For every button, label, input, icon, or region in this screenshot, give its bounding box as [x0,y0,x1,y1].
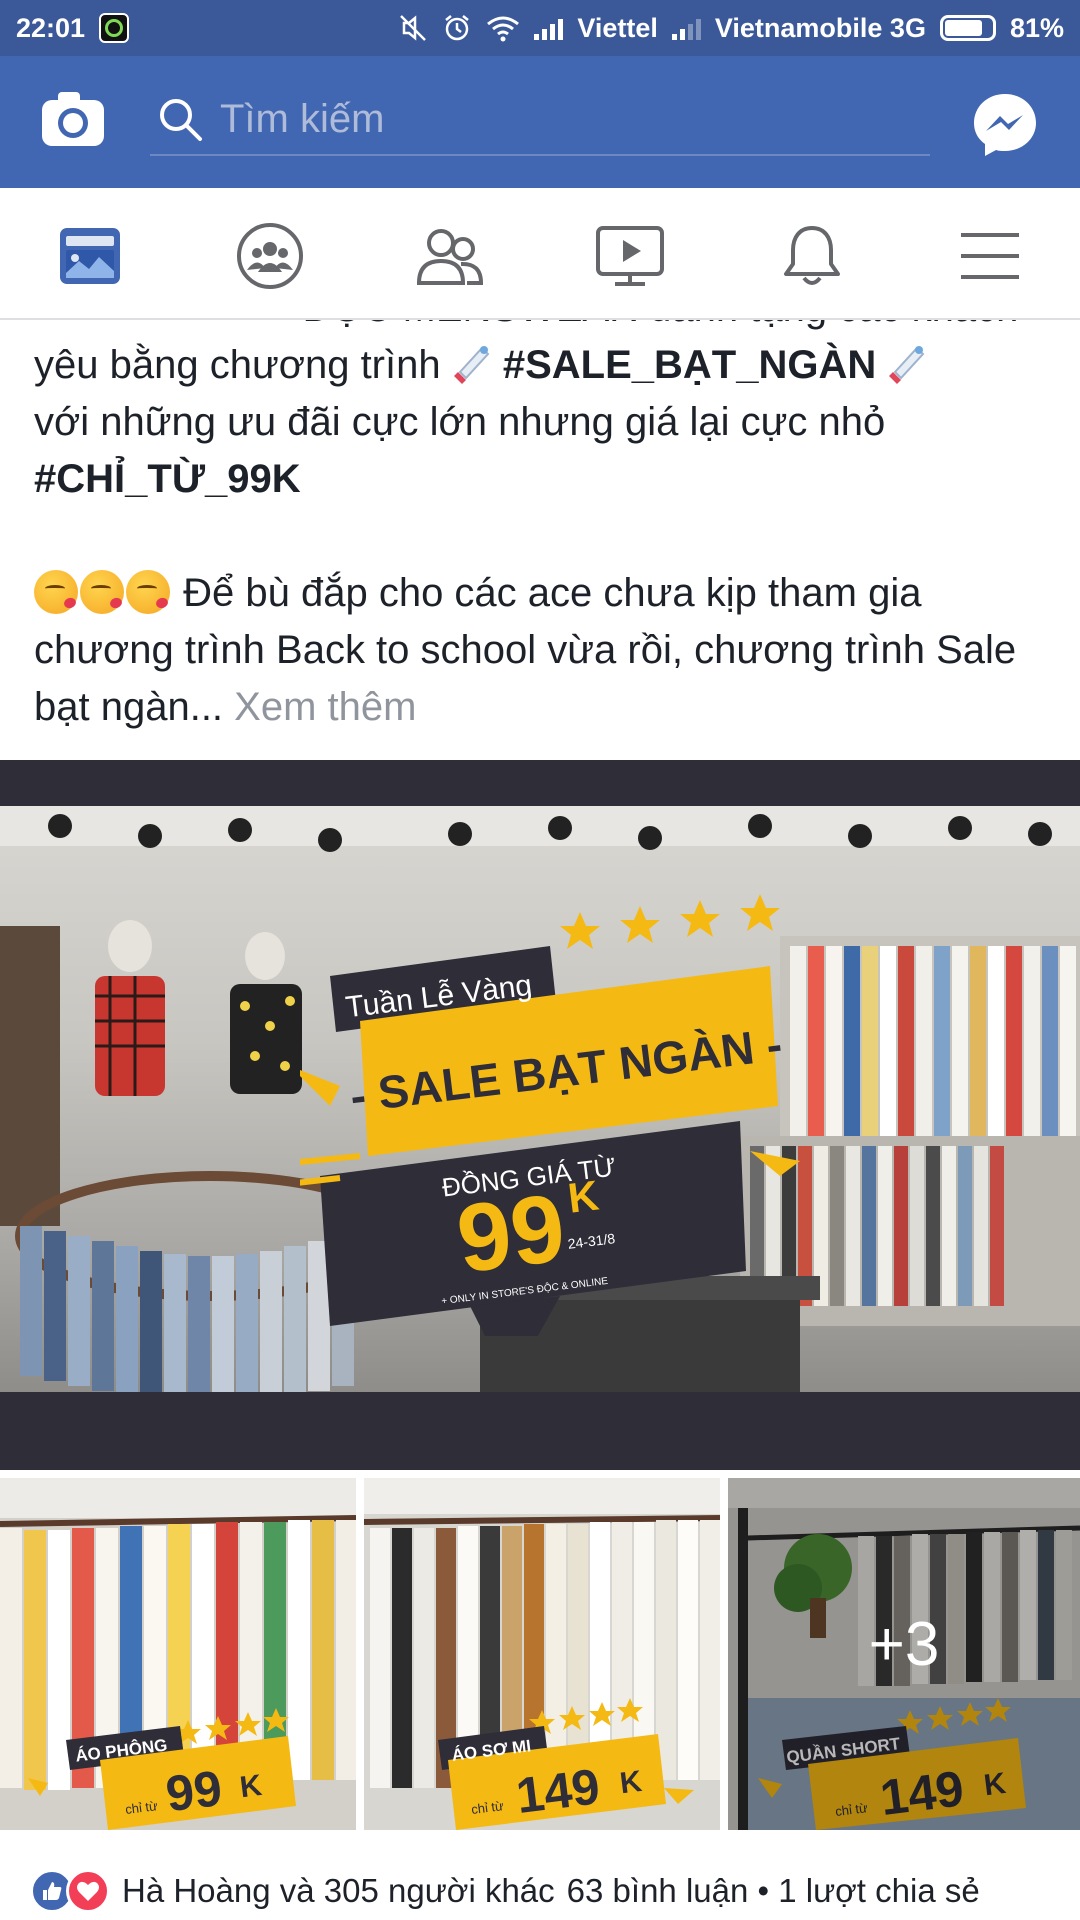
camera-icon[interactable] [40,86,106,152]
carrier-1: Viettel [577,12,658,43]
post-text: ĐỘC MENSWEAR dành tặng các khách yêu bằn… [0,320,1080,760]
price-value-text: 99 [452,1174,571,1293]
thumb-1-price: 99 [163,1760,225,1822]
wind-chime-emoji-icon [453,346,490,384]
battery-icon [939,15,996,41]
mute-icon [400,15,427,41]
post-line-1-text: ĐỘC MENSWEAR dành tặng các khách [303,320,1019,330]
thumb-1-unit: K [238,1769,264,1804]
search-bar[interactable] [150,84,930,156]
price-unit-text: K [565,1171,601,1221]
friends-icon [416,229,484,285]
news-feed-icon [60,228,120,284]
nav-bar [0,188,1080,320]
nav-watch[interactable] [592,218,668,294]
store-photo: Tuần Lễ Vàng - SALE BẠT NGÀN - ĐỒNG GIÁ … [0,806,1080,1392]
post-line-2: yêu bằng chương trình #SALE_BẠT_NGÀN [34,337,1054,394]
thumbnail-quan-short[interactable]: QUẦN SHORT chỉ từ 149 K +3 [728,1478,1080,1830]
carrier-2: Vietnamobile 3G [714,12,926,43]
thumbnail-photo-1: ÁO PHÔNG chỉ từ 99 K [0,1478,356,1830]
comments-shares-count[interactable]: 63 bình luận • 1 lượt chia sẻ [567,1872,980,1910]
love-reaction-icon [66,1869,110,1913]
post-paragraph-2-text: Để bù đắp cho các ace chưa kịp tham gia … [34,571,1017,729]
post-paragraph-2: Để bù đắp cho các ace chưa kịp tham gia … [34,565,1054,736]
post-text-body: ĐỘC MENSWEAR dành tặng các khách yêu bằn… [34,320,1054,736]
groups-icon [237,223,303,289]
battery-percent: 81% [1009,12,1064,43]
signal-icon-2 [671,16,701,40]
thumbnail-photo-2: ÁO SƠ MI chỉ từ 149 K [364,1478,720,1830]
search-input[interactable] [220,96,870,142]
main-post-image[interactable]: Tuần Lễ Vàng - SALE BẠT NGÀN - ĐỒNG GIÁ … [0,760,1080,1470]
menu-icon [961,233,1019,279]
thumbnail-ao-so-mi[interactable]: ÁO SƠ MI chỉ từ 149 K [364,1478,720,1830]
bell-icon [784,226,840,285]
alarm-icon [445,15,470,41]
thumb-2-unit: K [618,1765,644,1800]
thumbnail-ao-phong[interactable]: ÁO PHÔNG chỉ từ 99 K [0,1478,356,1830]
more-photos-overlay[interactable]: +3 [728,1478,1080,1830]
sale-banner: Tuần Lễ Vàng - SALE BẠT NGÀN - ĐỒNG GIÁ … [300,894,800,1336]
thumbnail-row: ÁO PHÔNG chỉ từ 99 K ÁO SƠ MI chỉ từ 149… [0,1478,1080,1830]
nav-news-feed[interactable] [52,218,128,294]
reactions-bar[interactable]: Hà Hoàng và 305 người khác 63 bình luận … [0,1862,1080,1920]
kissing-face-emoji-icon [80,570,124,614]
hashtag-price-link[interactable]: #CHỈ_TỪ_99K [34,457,301,501]
kissing-face-emoji-icon [126,570,170,614]
see-more-link[interactable]: Xem thêm [234,685,416,729]
nav-menu[interactable] [952,218,1028,294]
thumb-2-price: 149 [513,1758,603,1824]
search-icon [160,99,202,141]
kissing-face-emoji-icon [34,570,78,614]
status-bar: 22:01 Viettel Vietnamobile 3G 81% [0,0,1080,56]
post-line-1: ĐỘC MENSWEAR dành tặng các khách [34,320,1054,337]
post-line-2-text: yêu bằng chương trình [34,343,441,387]
nav-friends[interactable] [412,218,488,294]
nav-groups[interactable] [232,218,308,294]
video-icon [596,226,664,286]
hashtag-sale-link[interactable]: #SALE_BẠT_NGÀN [503,343,876,387]
nav-notifications[interactable] [774,218,850,294]
status-time: 22:01 [16,12,86,43]
reaction-summary[interactable]: Hà Hoàng và 305 người khác [122,1872,555,1910]
post-line-3: với những ưu đãi cực lớn nhưng giá lại c… [34,400,886,444]
wifi-icon [487,16,520,42]
wind-chime-emoji-icon [889,346,925,384]
app-notification-icon [99,13,130,43]
top-bar [0,56,1080,188]
messenger-icon[interactable] [970,90,1040,160]
signal-icon [534,16,564,40]
status-right-group: Viettel Vietnamobile 3G 81% [398,13,1064,44]
